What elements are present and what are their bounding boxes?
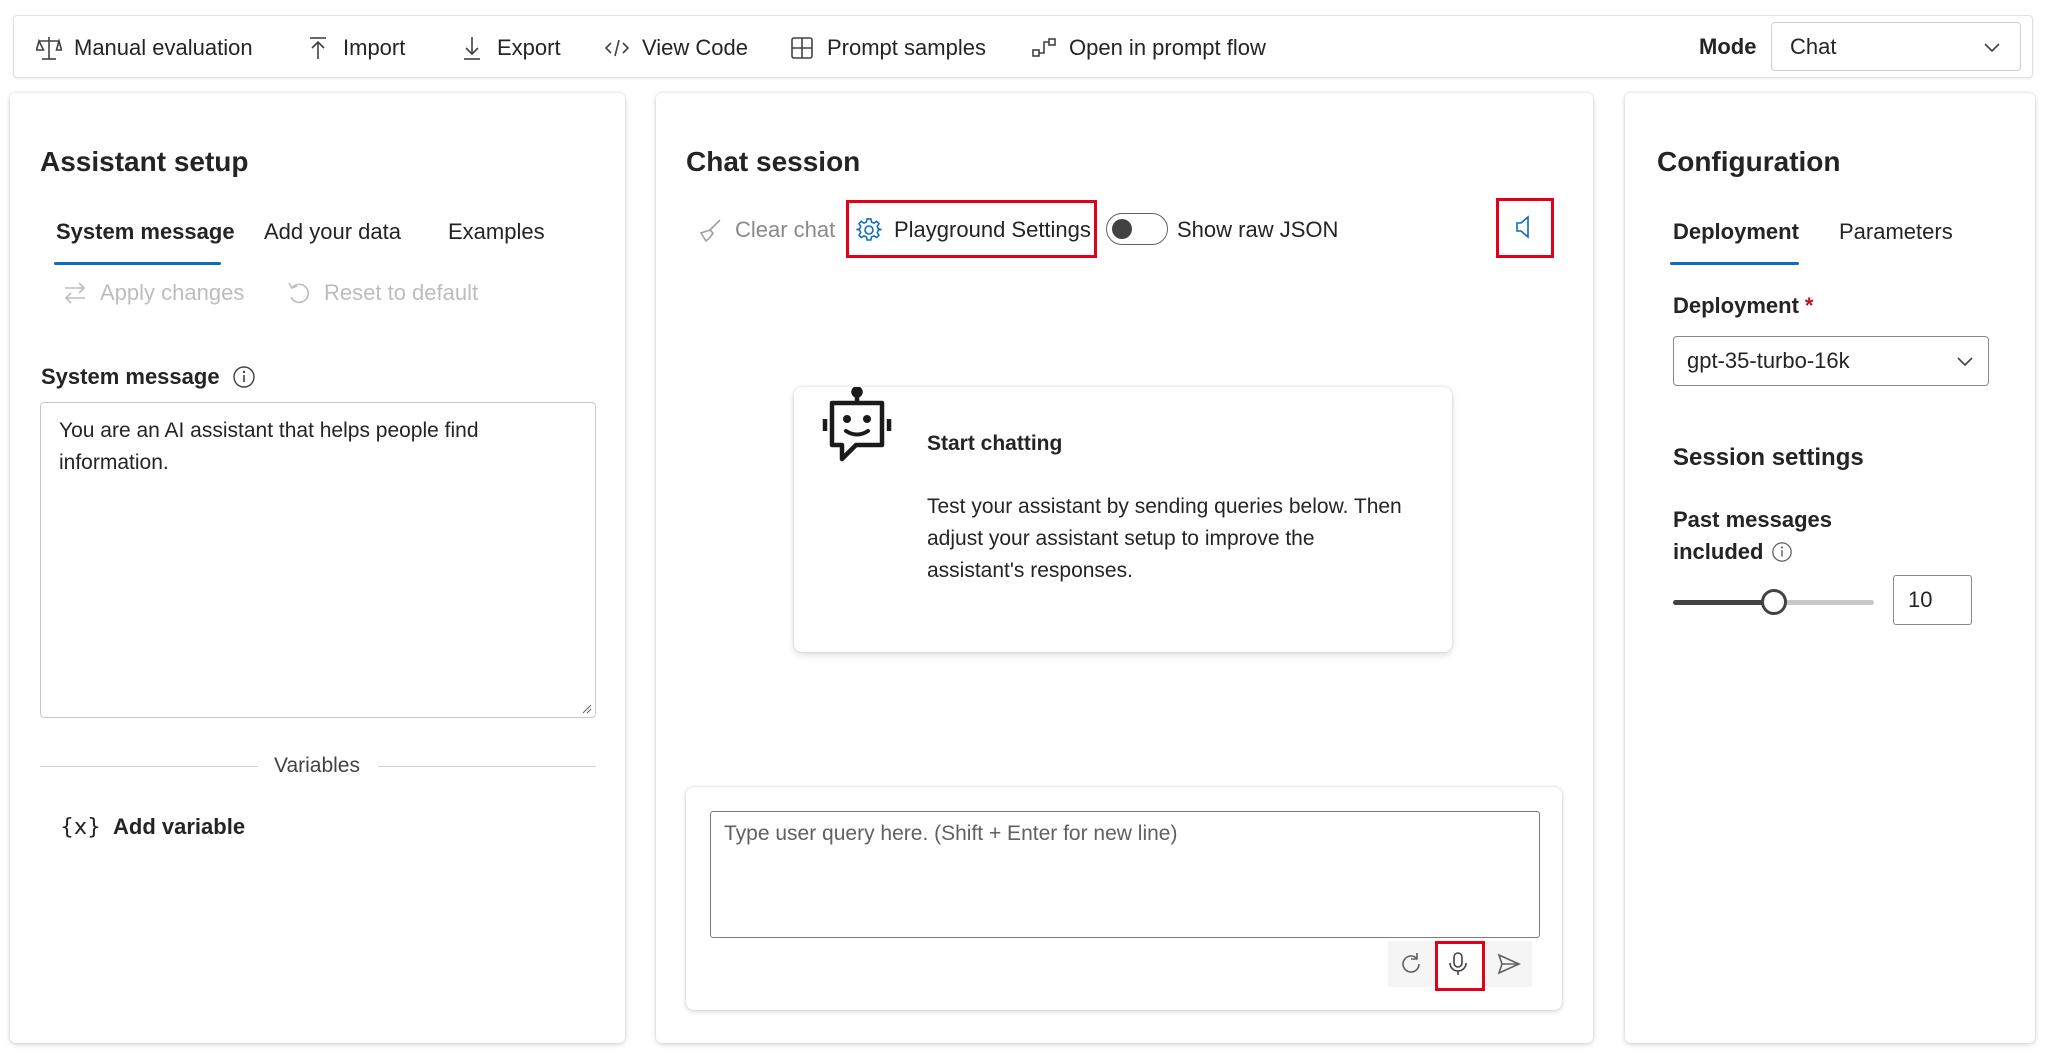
add-variable-label: Add variable [113, 814, 246, 839]
code-icon [604, 39, 630, 56]
show-raw-json-label: Show raw JSON [1177, 217, 1339, 242]
past-messages-value: 10 [1908, 587, 1933, 612]
config-tab-active-indicator [1670, 262, 1799, 265]
bot-icon [822, 387, 892, 462]
clear-chat-button[interactable]: Clear chat [697, 217, 835, 243]
system-message-value: You are an AI assistant that helps peopl… [59, 419, 479, 474]
variables-divider-right [378, 766, 596, 767]
view-code-label: View Code [642, 34, 748, 60]
import-button[interactable]: Import [305, 16, 405, 79]
tab-examples[interactable]: Examples [448, 219, 545, 245]
info-icon[interactable] [232, 365, 256, 389]
clear-chat-label: Clear chat [735, 217, 836, 242]
manual-evaluation-button[interactable]: Manual evaluation [36, 16, 253, 79]
tab-add-your-data[interactable]: Add your data [264, 219, 401, 245]
refresh-icon [1402, 953, 1420, 973]
apply-changes-button[interactable]: Apply changes [62, 280, 244, 306]
manual-evaluation-label: Manual evaluation [74, 34, 253, 60]
user-query-placeholder: Type user query here. (Shift + Enter for… [724, 822, 1178, 845]
tab-parameters[interactable]: Parameters [1839, 219, 1953, 245]
variables-divider-left [40, 766, 258, 767]
add-variable-button[interactable]: {x} Add variable [60, 814, 245, 840]
flow-icon [1032, 37, 1056, 57]
start-chatting-body: Test your assistant by sending queries b… [927, 495, 1402, 582]
past-messages-slider-thumb[interactable] [1760, 589, 1787, 615]
export-label: Export [497, 34, 561, 60]
download-icon [464, 36, 480, 60]
user-query-input[interactable]: Type user query here. (Shift + Enter for… [710, 811, 1540, 938]
tab-active-indicator [54, 262, 221, 265]
configuration-title: Configuration [1657, 146, 1841, 177]
chevron-down-icon [1984, 43, 2000, 53]
start-chatting-card: Start chatting Test your assistant by se… [794, 387, 1452, 652]
regenerate-button[interactable] [1388, 941, 1434, 987]
variables-label: Variables [274, 754, 360, 777]
system-message-textarea[interactable]: You are an AI assistant that helps peopl… [40, 402, 596, 718]
top-toolbar: Manual evaluation Import Export View Cod… [13, 15, 2033, 78]
past-messages-slider-fill [1673, 600, 1774, 605]
view-code-button[interactable]: View Code [604, 16, 748, 79]
past-messages-label: Past messages included [1673, 504, 1832, 568]
send-icon [1497, 953, 1521, 975]
open-in-prompt-flow-button[interactable]: Open in prompt flow [1031, 16, 1266, 79]
broom-icon [699, 219, 721, 243]
grid-icon [791, 36, 813, 59]
reset-to-default-label: Reset to default [324, 280, 479, 305]
deployment-select[interactable]: gpt-35-turbo-16k [1673, 336, 1989, 386]
toggle-knob [1112, 219, 1132, 239]
mode-label: Mode [1699, 34, 1757, 59]
reset-to-default-button[interactable]: Reset to default [286, 280, 478, 306]
apply-changes-label: Apply changes [100, 280, 245, 305]
assistant-setup-title: Assistant setup [40, 146, 249, 177]
system-message-label: System message [41, 364, 256, 390]
speaker-icon [1516, 215, 1529, 239]
session-settings-title: Session settings [1673, 444, 1864, 471]
start-chatting-title: Start chatting [927, 432, 1063, 455]
mode-select[interactable]: Chat [1771, 22, 2021, 71]
deployment-select-value: gpt-35-turbo-16k [1687, 348, 1850, 373]
import-label: Import [343, 34, 406, 60]
past-messages-input[interactable]: 10 [1893, 575, 1972, 625]
system-message-label-text: System message [41, 364, 220, 389]
swap-icon [64, 282, 86, 304]
variable-icon: {x} [60, 814, 102, 840]
speaker-button[interactable] [1496, 198, 1554, 258]
required-marker: * [1804, 293, 1814, 318]
microphone-highlight [1435, 941, 1485, 991]
mode-select-value: Chat [1790, 33, 1837, 59]
tab-deployment[interactable]: Deployment [1673, 219, 1799, 245]
info-icon[interactable] [1771, 541, 1793, 563]
resize-grip-icon[interactable] [580, 702, 592, 714]
tab-system-message[interactable]: System message [56, 219, 235, 245]
past-messages-label-line2: included [1673, 539, 1764, 564]
send-button[interactable] [1486, 941, 1532, 987]
scales-icon [36, 36, 62, 60]
prompt-samples-label: Prompt samples [827, 34, 986, 60]
show-raw-json-label-wrap: Show raw JSON [1177, 217, 1338, 243]
playground-settings-highlight [846, 200, 1097, 258]
prompt-samples-button[interactable]: Prompt samples [789, 16, 986, 79]
deployment-label-text: Deployment [1673, 293, 1799, 318]
past-messages-label-line1: Past messages [1673, 507, 1832, 532]
export-button[interactable]: Export [459, 16, 561, 79]
chat-session-title: Chat session [686, 146, 861, 177]
deployment-label: Deployment * [1673, 293, 1813, 319]
open-in-prompt-flow-label: Open in prompt flow [1069, 34, 1266, 60]
chat-input-card: Type user query here. (Shift + Enter for… [686, 787, 1562, 1010]
chevron-down-icon [1957, 357, 1973, 367]
undo-icon [288, 282, 310, 304]
show-raw-json-toggle[interactable] [1106, 213, 1168, 245]
upload-icon [310, 36, 326, 59]
past-messages-label-line2-wrap: included [1673, 536, 1832, 568]
